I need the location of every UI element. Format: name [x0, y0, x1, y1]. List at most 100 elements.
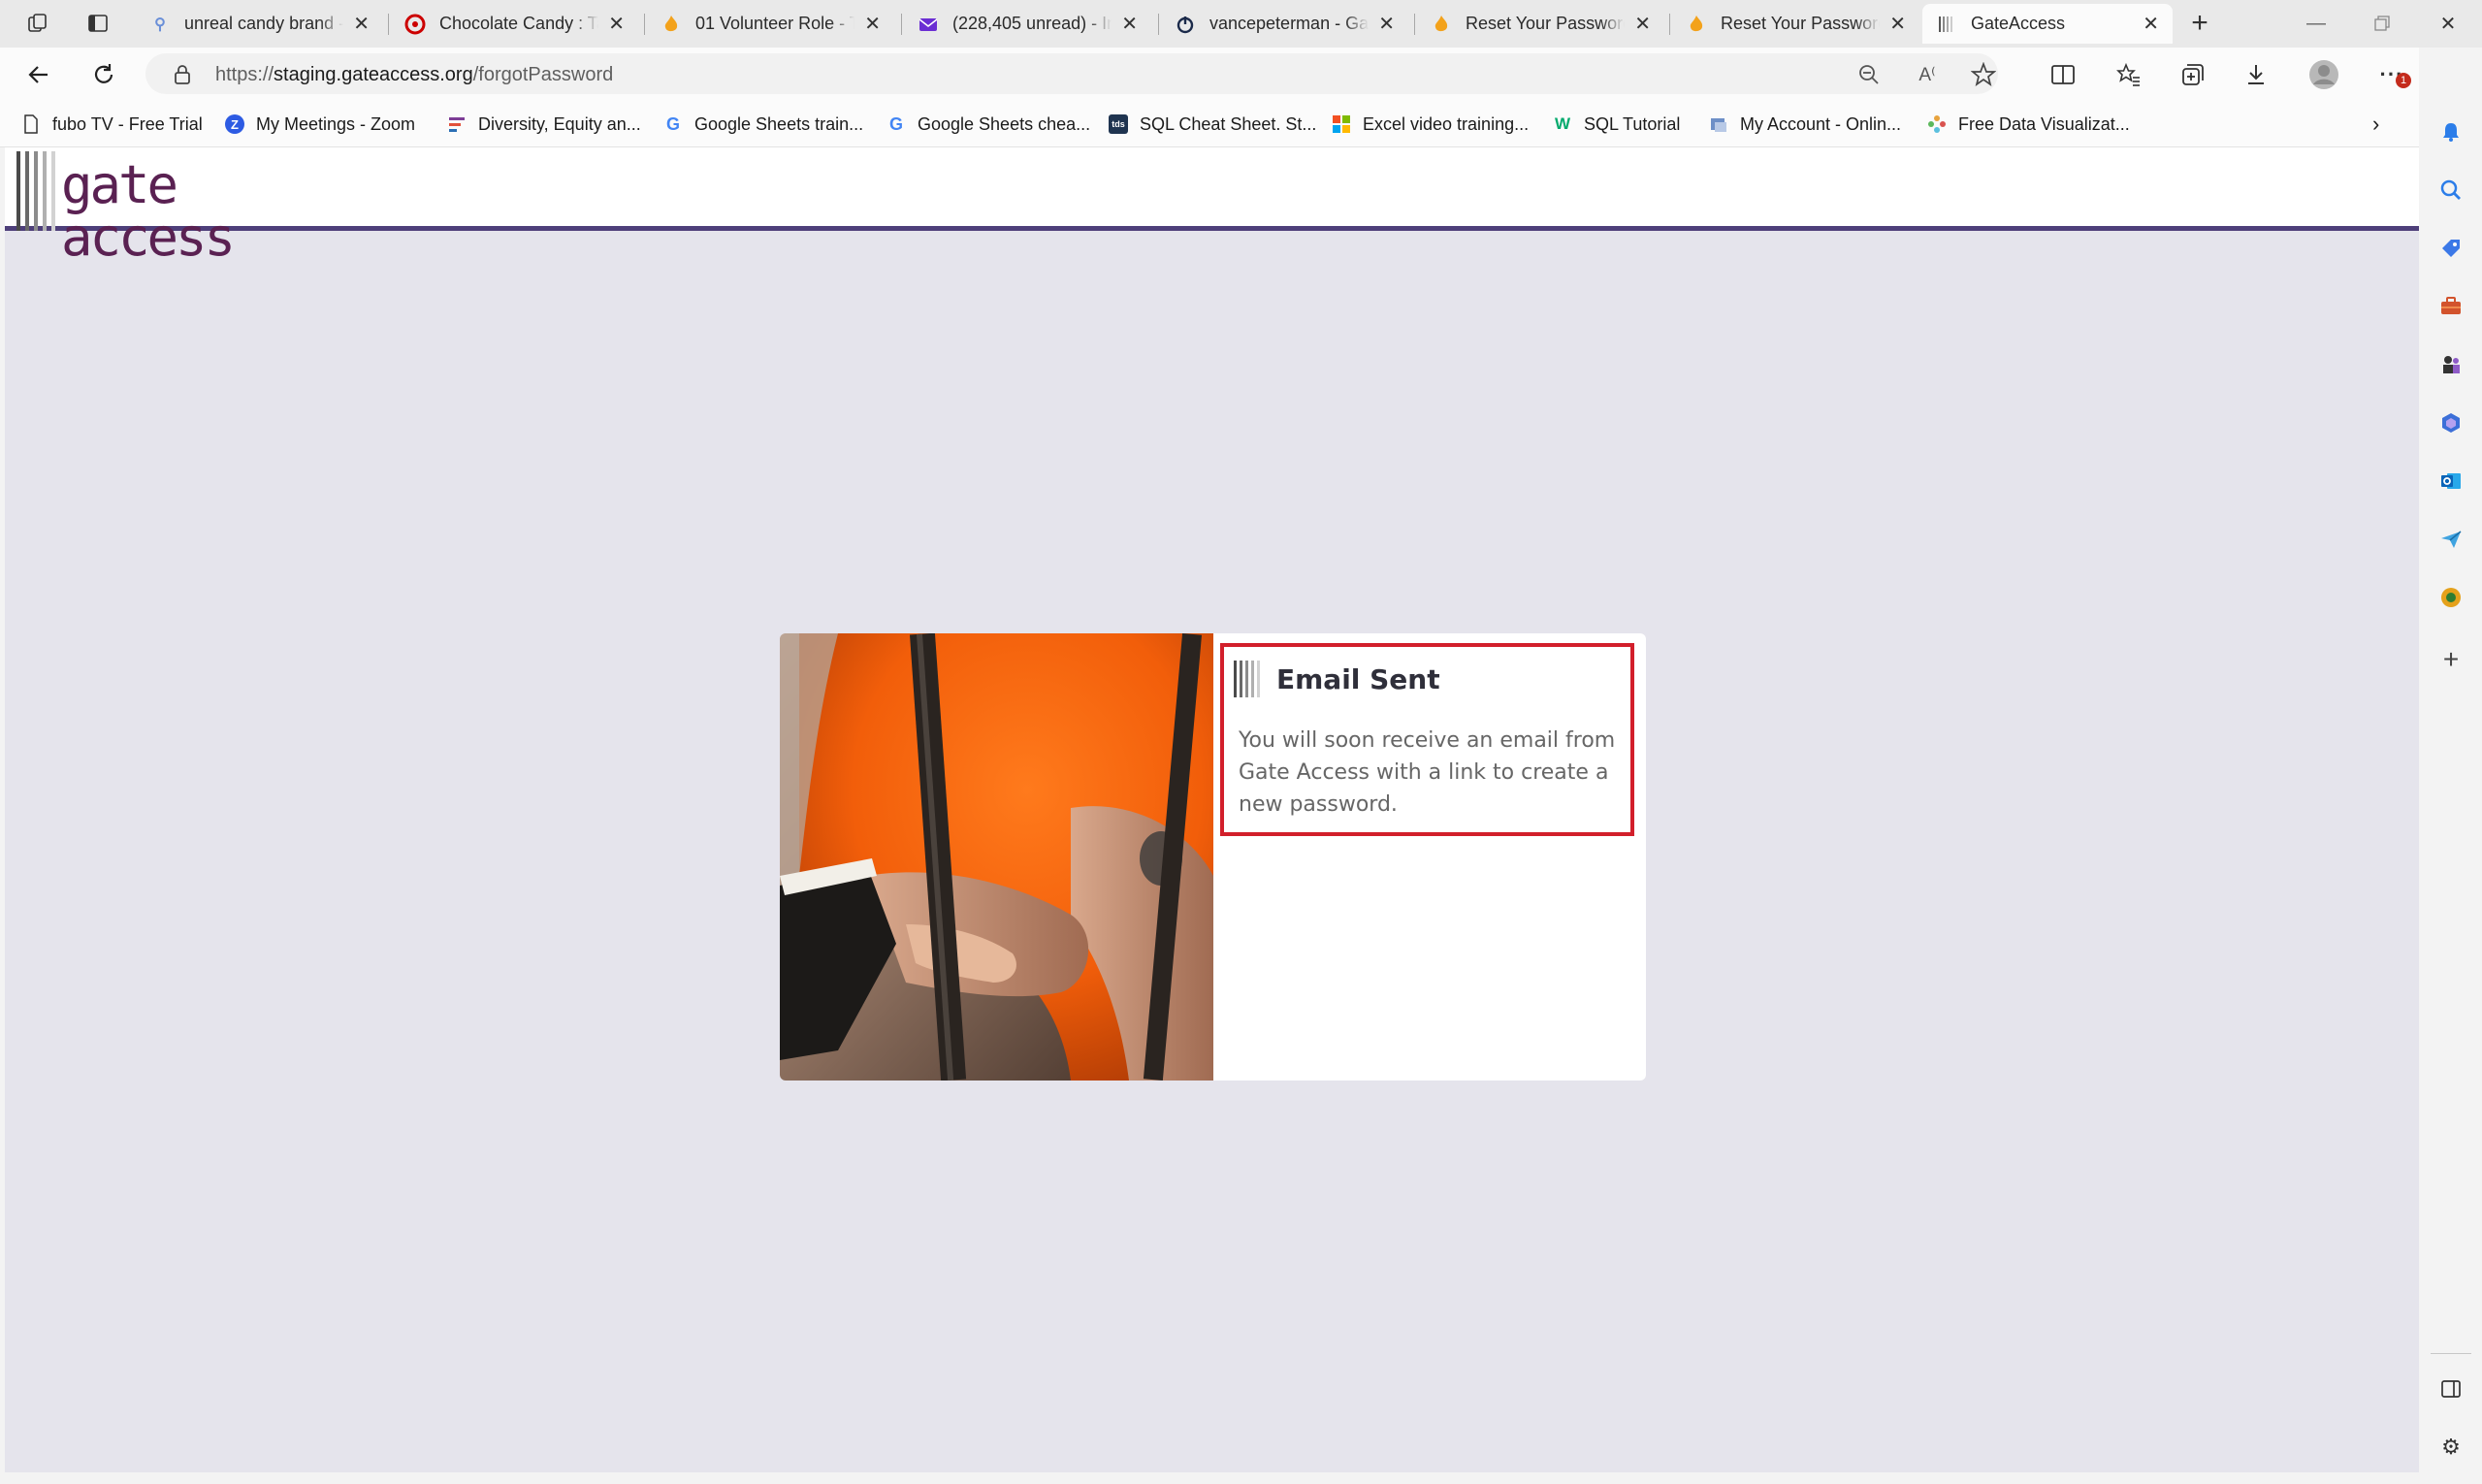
split-screen-icon[interactable] — [2047, 59, 2079, 90]
tab-separator — [644, 14, 645, 35]
send-plane-icon[interactable] — [2436, 525, 2466, 554]
downloads-icon[interactable] — [2240, 59, 2272, 90]
document-icon — [21, 114, 41, 134]
collections-icon[interactable] — [2177, 59, 2208, 90]
address-bar[interactable]: https://staging.gateaccess.org/forgotPas… — [145, 53, 1998, 94]
google-icon: G — [665, 113, 680, 134]
tab-separator — [1669, 14, 1670, 35]
email-sent-title: Email Sent — [1276, 662, 1440, 695]
url-path: /forgotPassword — [472, 64, 614, 85]
microsoft-icon — [1332, 114, 1351, 134]
bookmark-excel-training[interactable]: Excel video training... — [1332, 111, 1529, 138]
bookmark-label: Free Data Visualizat... — [1958, 113, 2130, 134]
bookmark-label: Diversity, Equity an... — [478, 113, 641, 134]
close-tab-icon[interactable]: ✕ — [2143, 12, 2159, 36]
favorite-star-icon[interactable] — [1971, 62, 1996, 87]
tab-title: vancepeterman - Gat — [1209, 14, 1370, 33]
email-sent-message: You will soon receive an email from Gate… — [1239, 728, 1616, 817]
bookmark-sql-tutorial[interactable]: W SQL Tutorial — [1553, 111, 1680, 138]
mail-icon — [918, 14, 939, 35]
email-sent-card: Email Sent You will soon receive an emai… — [780, 633, 1646, 1081]
close-tab-icon[interactable]: ✕ — [1121, 12, 1138, 36]
shopping-tag-icon[interactable] — [2436, 234, 2466, 263]
bookmark-google-sheets-cheat[interactable]: G Google Sheets chea... — [886, 111, 1090, 138]
tab-separator — [901, 14, 902, 35]
zoom-out-icon[interactable] — [1856, 62, 1882, 87]
tab-reset-password-1[interactable]: Reset Your Password ✕ — [1417, 4, 1664, 44]
card-title-row: Email Sent — [1234, 661, 1440, 697]
tab-title: GateAccess — [1971, 14, 2066, 33]
tab-unreal-candy[interactable]: ⚲ unreal candy brand - ✕ — [136, 4, 383, 44]
minimize-icon[interactable]: — — [2289, 8, 2343, 39]
tab-title: Reset Your Password — [1466, 14, 1626, 33]
bookmark-my-account[interactable]: My Account - Onlin... — [1709, 111, 1901, 138]
new-tab-icon[interactable]: + — [2182, 7, 2217, 39]
lock-icon[interactable] — [173, 64, 192, 90]
bookmark-label: Google Sheets train... — [694, 113, 864, 134]
back-icon[interactable] — [21, 57, 56, 92]
fire-icon — [661, 14, 682, 35]
bookmark-zoom[interactable]: Z My Meetings - Zoom — [225, 111, 415, 138]
url-host: staging.gateaccess.org — [274, 64, 473, 85]
inmate-reading-photo — [780, 633, 1213, 1081]
power-icon — [1175, 14, 1196, 35]
search-icon: ⚲ — [154, 16, 166, 33]
window-bottom-edge — [0, 1472, 2419, 1484]
notifications-bell-icon[interactable] — [2436, 117, 2466, 146]
close-tab-icon[interactable]: ✕ — [1634, 12, 1651, 36]
account-icon — [1709, 114, 1728, 134]
refresh-icon[interactable] — [86, 57, 121, 92]
search-icon[interactable] — [2436, 176, 2466, 205]
read-aloud-icon[interactable]: A⁽ — [1915, 62, 1940, 87]
restore-icon[interactable] — [2355, 8, 2409, 39]
bookmark-label: Google Sheets chea... — [918, 113, 1091, 134]
tab-mail-inbox[interactable]: (228,405 unread) - In ✕ — [904, 4, 1151, 44]
site-header: gate access — [5, 147, 2419, 264]
outlook-icon[interactable] — [2436, 467, 2466, 496]
bookmark-diversity[interactable]: Diversity, Equity an... — [447, 111, 641, 138]
workspaces-icon[interactable] — [20, 8, 55, 39]
tab-volunteer-role[interactable]: 01 Volunteer Role - T ✕ — [647, 4, 894, 44]
bookmark-free-data-viz[interactable]: Free Data Visualizat... — [1927, 111, 2130, 138]
close-tab-icon[interactable]: ✕ — [1378, 12, 1395, 36]
bookmark-label: SQL Cheat Sheet. St... — [1140, 113, 1317, 134]
target-logo-icon — [404, 14, 426, 35]
bookmark-fubo[interactable]: fubo TV - Free Trial — [21, 111, 203, 138]
tab-vancepeterman[interactable]: vancepeterman - Gat ✕ — [1161, 4, 1408, 44]
bookmark-google-sheets-training[interactable]: G Google Sheets train... — [663, 111, 863, 138]
tab-gateaccess[interactable]: GateAccess ✕ — [1922, 4, 2173, 44]
settings-more-icon[interactable]: ··· 1 — [2376, 59, 2411, 90]
tab-chocolate-candy[interactable]: Chocolate Candy : Ta ✕ — [391, 4, 638, 44]
sidebar-settings-gear-icon[interactable]: ⚙ — [2436, 1433, 2466, 1462]
w3schools-icon: W — [1554, 114, 1571, 133]
games-icon[interactable] — [2436, 350, 2466, 379]
hide-sidebar-icon[interactable] — [2436, 1374, 2466, 1403]
people-icon — [447, 114, 467, 134]
favorites-icon[interactable] — [2113, 59, 2144, 90]
add-sidebar-app-icon[interactable]: + — [2436, 644, 2466, 674]
tab-title: Reset Your Password — [1721, 14, 1881, 33]
extension-globe-icon[interactable] — [2436, 583, 2466, 612]
profile-avatar-icon[interactable] — [2308, 59, 2339, 90]
bookmark-label: SQL Tutorial — [1584, 113, 1681, 134]
close-tab-icon[interactable]: ✕ — [864, 12, 881, 36]
gate-access-logo[interactable]: gate access — [13, 151, 236, 264]
card-body: Email Sent You will soon receive an emai… — [1213, 633, 1646, 1081]
microsoft365-icon[interactable] — [2436, 408, 2466, 437]
gateaccess-icon — [1936, 14, 1957, 35]
tab-title: (228,405 unread) - In — [952, 14, 1112, 33]
tab-actions-icon[interactable] — [81, 8, 115, 39]
bookmark-sql-cheat-sheet[interactable]: tds SQL Cheat Sheet. St... — [1109, 111, 1316, 138]
close-window-icon[interactable]: ✕ — [2421, 8, 2475, 39]
url-text[interactable]: https://staging.gateaccess.org/forgotPas… — [215, 64, 613, 86]
fire-icon — [1686, 14, 1707, 35]
bookmarks-bar: fubo TV - Free Trial Z My Meetings - Zoom… — [0, 101, 2482, 147]
tab-reset-password-2[interactable]: Reset Your Password ✕ — [1672, 4, 1919, 44]
tab-title: 01 Volunteer Role - T — [695, 14, 855, 33]
close-tab-icon[interactable]: ✕ — [1889, 12, 1906, 36]
tools-briefcase-icon[interactable] — [2436, 292, 2466, 321]
fire-icon — [1431, 14, 1452, 35]
close-tab-icon[interactable]: ✕ — [608, 12, 625, 36]
bookmarks-more-chevron-icon[interactable]: › — [2372, 111, 2379, 138]
close-tab-icon[interactable]: ✕ — [353, 12, 370, 36]
